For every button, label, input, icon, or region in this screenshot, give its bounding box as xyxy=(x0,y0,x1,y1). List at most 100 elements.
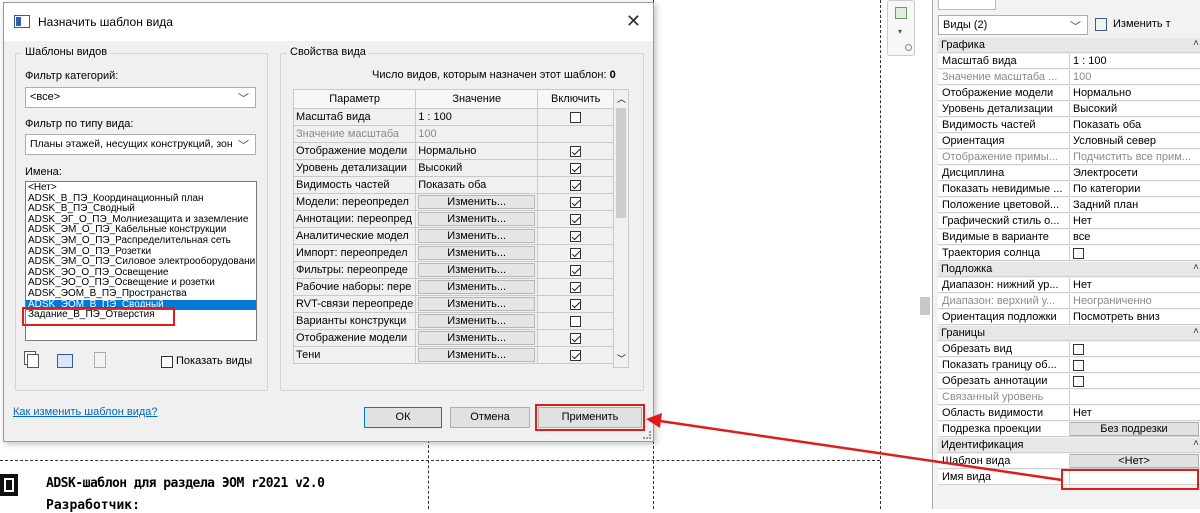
include-checkbox[interactable] xyxy=(570,298,582,310)
property-row[interactable]: Ориентация Условный север xyxy=(938,134,1200,149)
edit-button[interactable]: Изменить... xyxy=(418,314,536,328)
property-row[interactable]: Шаблон вида <Нет> xyxy=(938,454,1200,469)
property-value[interactable]: Нет xyxy=(1069,278,1200,293)
scroll-up-icon[interactable]: ︿ xyxy=(617,92,626,105)
zoom-icon[interactable] xyxy=(895,7,907,19)
property-row[interactable]: Дисциплина Электросети xyxy=(938,166,1200,181)
value-cell[interactable]: 1 : 100 xyxy=(415,108,539,126)
table-row[interactable]: Уровень детализации Высокий xyxy=(292,159,615,177)
property-value[interactable]: Посмотреть вниз xyxy=(1069,310,1200,325)
cancel-button[interactable]: Отмена xyxy=(450,407,530,428)
list-item[interactable]: <Нет> xyxy=(26,182,256,194)
property-value[interactable]: Без подрезки xyxy=(1069,422,1200,437)
include-checkbox[interactable] xyxy=(570,196,582,208)
include-checkbox[interactable] xyxy=(570,264,582,276)
edit-button[interactable]: Изменить... xyxy=(418,195,536,209)
property-row[interactable]: Масштаб вида 1 : 100 xyxy=(938,54,1200,69)
category-filter-select[interactable]: <все> ﹀ xyxy=(25,87,256,108)
collapse-icon[interactable]: ˄ xyxy=(1193,262,1199,273)
col-header-include[interactable]: Включить xyxy=(537,89,615,109)
property-checkbox[interactable] xyxy=(1073,375,1084,387)
property-value[interactable]: Неограниченно xyxy=(1069,294,1200,309)
property-row[interactable]: Видимость частей Показать оба xyxy=(938,118,1200,133)
edit-button[interactable]: Изменить... xyxy=(418,297,536,311)
property-value[interactable]: Нет xyxy=(1069,214,1200,229)
property-value[interactable]: <Нет> xyxy=(1069,454,1200,469)
property-row[interactable]: Обрезать вид xyxy=(938,342,1200,357)
property-value[interactable]: Нормально xyxy=(1069,86,1200,101)
property-value[interactable]: Нет xyxy=(1069,406,1200,421)
views-selector[interactable]: Виды (2) ﹀ xyxy=(938,15,1088,35)
table-row[interactable]: Отображение модели Нормально xyxy=(292,142,615,160)
property-row[interactable]: Подрезка проекции Без подрезки xyxy=(938,422,1200,437)
dialog-titlebar[interactable]: Назначить шаблон вида ✕ xyxy=(4,3,653,41)
panel-header-button[interactable] xyxy=(938,0,996,10)
ok-button[interactable]: ОК xyxy=(364,407,442,428)
list-item[interactable]: ADSK_ЭОМ_В_ПЭ_Пространства xyxy=(26,288,256,300)
property-row[interactable]: Показать невидимые ... По категории xyxy=(938,182,1200,197)
table-row[interactable]: Масштаб вида 1 : 100 xyxy=(292,108,615,126)
property-row[interactable]: Ориентация подложки Посмотреть вниз xyxy=(938,310,1200,325)
property-value[interactable] xyxy=(1069,358,1200,373)
property-row[interactable]: Отображение примы... Подчистить все прим.… xyxy=(938,150,1200,165)
property-button[interactable]: Без подрезки xyxy=(1070,422,1199,436)
property-value[interactable]: все xyxy=(1069,230,1200,245)
table-row[interactable]: Модели: переопредел Изменить... xyxy=(292,193,615,211)
table-row[interactable]: Фильтры: переопреде Изменить... xyxy=(292,261,615,279)
edit-button[interactable]: Изменить... xyxy=(418,263,536,277)
section-header[interactable]: Идентификация ˄ xyxy=(938,438,1200,453)
property-value[interactable]: 100 xyxy=(1069,70,1200,85)
collapse-icon[interactable]: ˄ xyxy=(1193,438,1199,449)
type-filter-select[interactable]: Планы этажей, несущих конструкций, зон ﹀ xyxy=(25,134,256,155)
property-row[interactable]: Диапазон: нижний ур... Нет xyxy=(938,278,1200,293)
edit-button[interactable]: Изменить... xyxy=(418,280,536,294)
property-row[interactable]: Отображение модели Нормально xyxy=(938,86,1200,101)
scroll-down-icon[interactable]: ﹀ xyxy=(617,352,626,365)
table-row[interactable]: Импорт: переопредел Изменить... xyxy=(292,244,615,262)
section-header[interactable]: Границы ˄ xyxy=(938,326,1200,341)
edit-button[interactable]: Изменить... xyxy=(418,212,536,226)
col-header-value[interactable]: Значение xyxy=(415,89,539,109)
property-value[interactable]: Задний план xyxy=(1069,198,1200,213)
property-row[interactable]: Видимые в варианте все xyxy=(938,230,1200,245)
include-checkbox[interactable] xyxy=(570,213,582,225)
table-row[interactable]: Отображение модели Изменить... xyxy=(292,329,615,347)
include-checkbox[interactable] xyxy=(570,162,582,174)
edit-button[interactable]: Изменить... xyxy=(418,331,536,345)
property-row[interactable]: Траектория солнца xyxy=(938,246,1200,261)
duplicate-icon[interactable] xyxy=(27,354,39,368)
property-button[interactable]: <Нет> xyxy=(1070,454,1199,468)
property-value[interactable]: Электросети xyxy=(1069,166,1200,181)
col-header-param[interactable]: Параметр xyxy=(292,89,417,109)
edit-button[interactable]: Изменить... xyxy=(418,229,536,243)
property-row[interactable]: Показать границу об... xyxy=(938,358,1200,373)
table-row[interactable]: Аннотации: переопред Изменить... xyxy=(292,210,615,228)
include-checkbox[interactable] xyxy=(570,349,582,361)
table-row[interactable]: Аналитические модел Изменить... xyxy=(292,227,615,245)
value-cell[interactable]: Высокий xyxy=(415,159,539,177)
include-checkbox[interactable] xyxy=(570,315,582,327)
table-row[interactable]: RVT-связи переопреде Изменить... xyxy=(292,295,615,313)
property-value[interactable]: 1 : 100 xyxy=(1069,54,1200,69)
property-value[interactable]: Высокий xyxy=(1069,102,1200,117)
value-cell[interactable]: Нормально xyxy=(415,142,539,160)
chevron-down-icon[interactable]: ▾ xyxy=(898,27,902,36)
table-row[interactable]: Видимость частей Показать оба xyxy=(292,176,615,194)
section-header[interactable]: Графика ˄ xyxy=(938,38,1200,53)
help-link[interactable]: Как изменить шаблон вида? xyxy=(13,406,158,418)
include-checkbox[interactable] xyxy=(570,281,582,293)
include-checkbox[interactable] xyxy=(570,111,582,123)
table-row[interactable]: Варианты конструкци Изменить... xyxy=(292,312,615,330)
collapse-icon[interactable]: ˄ xyxy=(1193,38,1199,49)
resize-grip-icon[interactable] xyxy=(643,431,651,439)
close-icon[interactable]: ✕ xyxy=(626,11,641,32)
property-row[interactable]: Графический стиль о... Нет xyxy=(938,214,1200,229)
property-row[interactable]: Положение цветовой... Задний план xyxy=(938,198,1200,213)
list-item[interactable]: ADSK_ЭМ_О_ПЭ_Распределительная сеть xyxy=(26,235,256,247)
table-row[interactable]: Рабочие наборы: пере Изменить... xyxy=(292,278,615,296)
property-value[interactable]: Подчистить все прим... xyxy=(1069,150,1200,165)
navigation-bar[interactable]: ▾ xyxy=(887,0,915,56)
include-checkbox[interactable] xyxy=(570,247,582,259)
table-scrollbar[interactable]: ︿ ﹀ xyxy=(613,89,629,368)
include-checkbox[interactable] xyxy=(570,332,582,344)
